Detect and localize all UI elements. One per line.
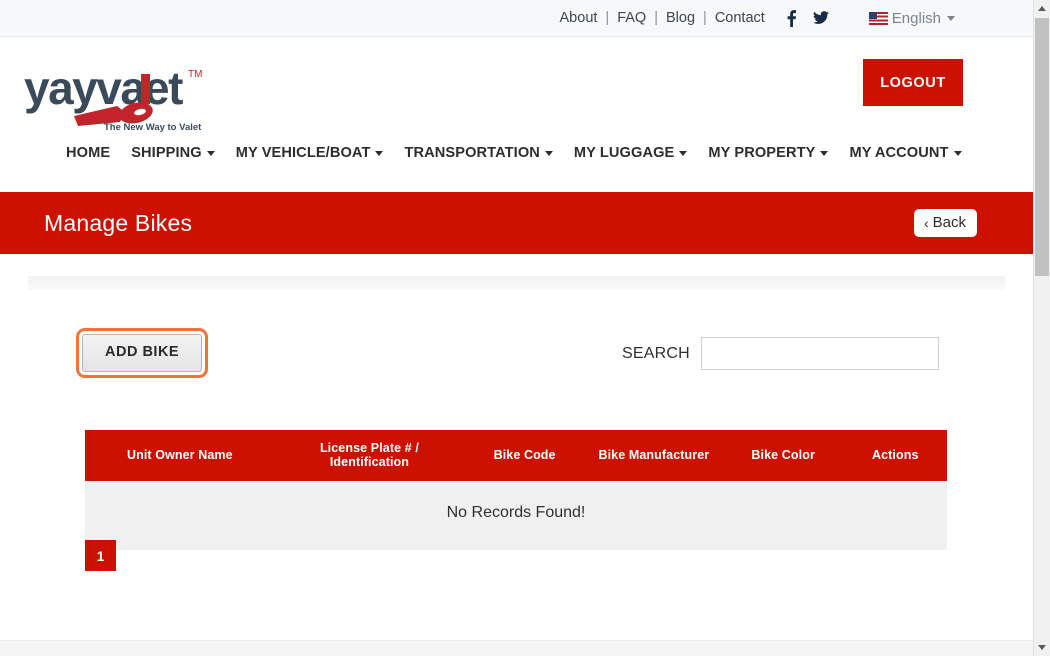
bikes-table: Unit Owner Name License Plate # / Identi… bbox=[85, 430, 947, 550]
nav-item-shipping[interactable]: SHIPPING bbox=[131, 145, 215, 161]
topbar-separator: | bbox=[654, 10, 658, 26]
twitter-icon[interactable] bbox=[812, 11, 829, 25]
logout-button[interactable]: LOGOUT bbox=[863, 59, 963, 106]
nav-item-transportation[interactable]: TRANSPORTATION bbox=[404, 145, 553, 161]
breadcrumb bbox=[28, 276, 1005, 290]
us-flag-icon bbox=[868, 11, 888, 25]
table-header-row: Unit Owner Name License Plate # / Identi… bbox=[85, 430, 947, 481]
topbar-link-blog[interactable]: Blog bbox=[665, 10, 696, 26]
empty-message: No Records Found! bbox=[85, 481, 947, 550]
back-button-label: Back bbox=[932, 214, 966, 231]
chevron-down-icon bbox=[953, 150, 962, 156]
nav-item-my-property[interactable]: MY PROPERTY bbox=[708, 145, 829, 161]
chevron-down-icon bbox=[947, 15, 955, 21]
scrollbar-thumb[interactable] bbox=[1035, 18, 1049, 276]
table-empty-row: No Records Found! bbox=[85, 481, 947, 550]
pagination-page-1[interactable]: 1 bbox=[85, 540, 116, 571]
chevron-down-icon bbox=[679, 150, 688, 156]
site-logo[interactable]: yayva et TM The New Way to Valet bbox=[22, 52, 212, 137]
topbar-links: About | FAQ | Blog | Contact bbox=[559, 10, 766, 26]
nav-item-label: SHIPPING bbox=[131, 145, 202, 161]
back-button[interactable]: ‹ Back bbox=[913, 209, 977, 237]
nav-item-home[interactable]: HOME bbox=[66, 145, 110, 161]
browser-viewport: About | FAQ | Blog | Contact English yay… bbox=[0, 0, 1050, 656]
social-links bbox=[787, 9, 829, 27]
language-label: English bbox=[891, 9, 941, 27]
nav-item-label: MY ACCOUNT bbox=[849, 145, 949, 161]
svg-text:The New Way to Valet: The New Way to Valet bbox=[104, 122, 202, 133]
svg-text:TM: TM bbox=[188, 69, 202, 80]
column-unit-owner-name: Unit Owner Name bbox=[85, 430, 275, 481]
column-license-plate: License Plate # / Identification bbox=[274, 430, 465, 481]
add-bike-button[interactable]: ADD BIKE bbox=[82, 334, 203, 372]
site-header: yayva et TM The New Way to Valet LOGOUT … bbox=[0, 37, 1033, 192]
add-bike-focus-ring: ADD BIKE bbox=[76, 328, 209, 378]
search-area: SEARCH bbox=[622, 337, 939, 370]
language-selector[interactable]: English bbox=[868, 9, 955, 27]
pagination: 1 bbox=[85, 540, 116, 571]
search-label: SEARCH bbox=[622, 344, 690, 362]
topbar-separator: | bbox=[703, 10, 707, 26]
table-body: No Records Found! bbox=[85, 481, 947, 550]
page-title: Manage Bikes bbox=[44, 209, 193, 236]
chevron-down-icon bbox=[375, 150, 384, 156]
page-content: ADD BIKE SEARCH Unit Owner Name License … bbox=[0, 254, 1033, 634]
vertical-scrollbar[interactable] bbox=[1033, 0, 1050, 656]
facebook-icon[interactable] bbox=[787, 9, 796, 27]
nav-item-label: HOME bbox=[66, 145, 111, 161]
column-bike-code: Bike Code bbox=[464, 430, 585, 481]
search-input[interactable] bbox=[700, 337, 939, 370]
column-bike-manufacturer: Bike Manufacturer bbox=[584, 430, 723, 481]
footer bbox=[0, 640, 1033, 656]
topbar-link-about[interactable]: About bbox=[559, 10, 599, 26]
nav-item-label: MY LUGGAGE bbox=[573, 145, 675, 161]
nav-item-my-account[interactable]: MY ACCOUNT bbox=[849, 145, 962, 161]
utility-topbar: About | FAQ | Blog | Contact English bbox=[0, 0, 1033, 37]
chevron-down-icon bbox=[206, 150, 215, 156]
main-navigation: HOME SHIPPING MY VEHICLE/BOAT TRANSPORTA… bbox=[66, 145, 962, 161]
page-banner: Manage Bikes ‹ Back bbox=[0, 192, 1033, 254]
table-header: Unit Owner Name License Plate # / Identi… bbox=[85, 430, 947, 481]
nav-item-label: MY VEHICLE/BOAT bbox=[235, 145, 371, 161]
scroll-up-arrow-icon[interactable] bbox=[1034, 0, 1050, 17]
topbar-separator: | bbox=[605, 10, 610, 26]
chevron-down-icon bbox=[820, 150, 829, 156]
table-toolbar: ADD BIKE SEARCH bbox=[0, 328, 1005, 388]
column-actions: Actions bbox=[843, 430, 947, 481]
topbar-link-faq[interactable]: FAQ bbox=[616, 10, 647, 26]
nav-item-my-vehicle-boat[interactable]: MY VEHICLE/BOAT bbox=[236, 145, 384, 161]
page-root: About | FAQ | Blog | Contact English yay… bbox=[0, 0, 1033, 656]
scroll-down-arrow-icon[interactable] bbox=[1034, 639, 1050, 656]
chevron-left-icon: ‹ bbox=[923, 214, 929, 231]
chevron-down-icon bbox=[544, 150, 553, 156]
nav-item-my-luggage[interactable]: MY LUGGAGE bbox=[573, 145, 688, 161]
column-bike-color: Bike Color bbox=[722, 430, 844, 481]
nav-item-label: TRANSPORTATION bbox=[404, 145, 540, 161]
nav-item-label: MY PROPERTY bbox=[708, 145, 816, 161]
bikes-table-container: Unit Owner Name License Plate # / Identi… bbox=[85, 430, 947, 550]
topbar-link-contact[interactable]: Contact bbox=[714, 10, 766, 26]
